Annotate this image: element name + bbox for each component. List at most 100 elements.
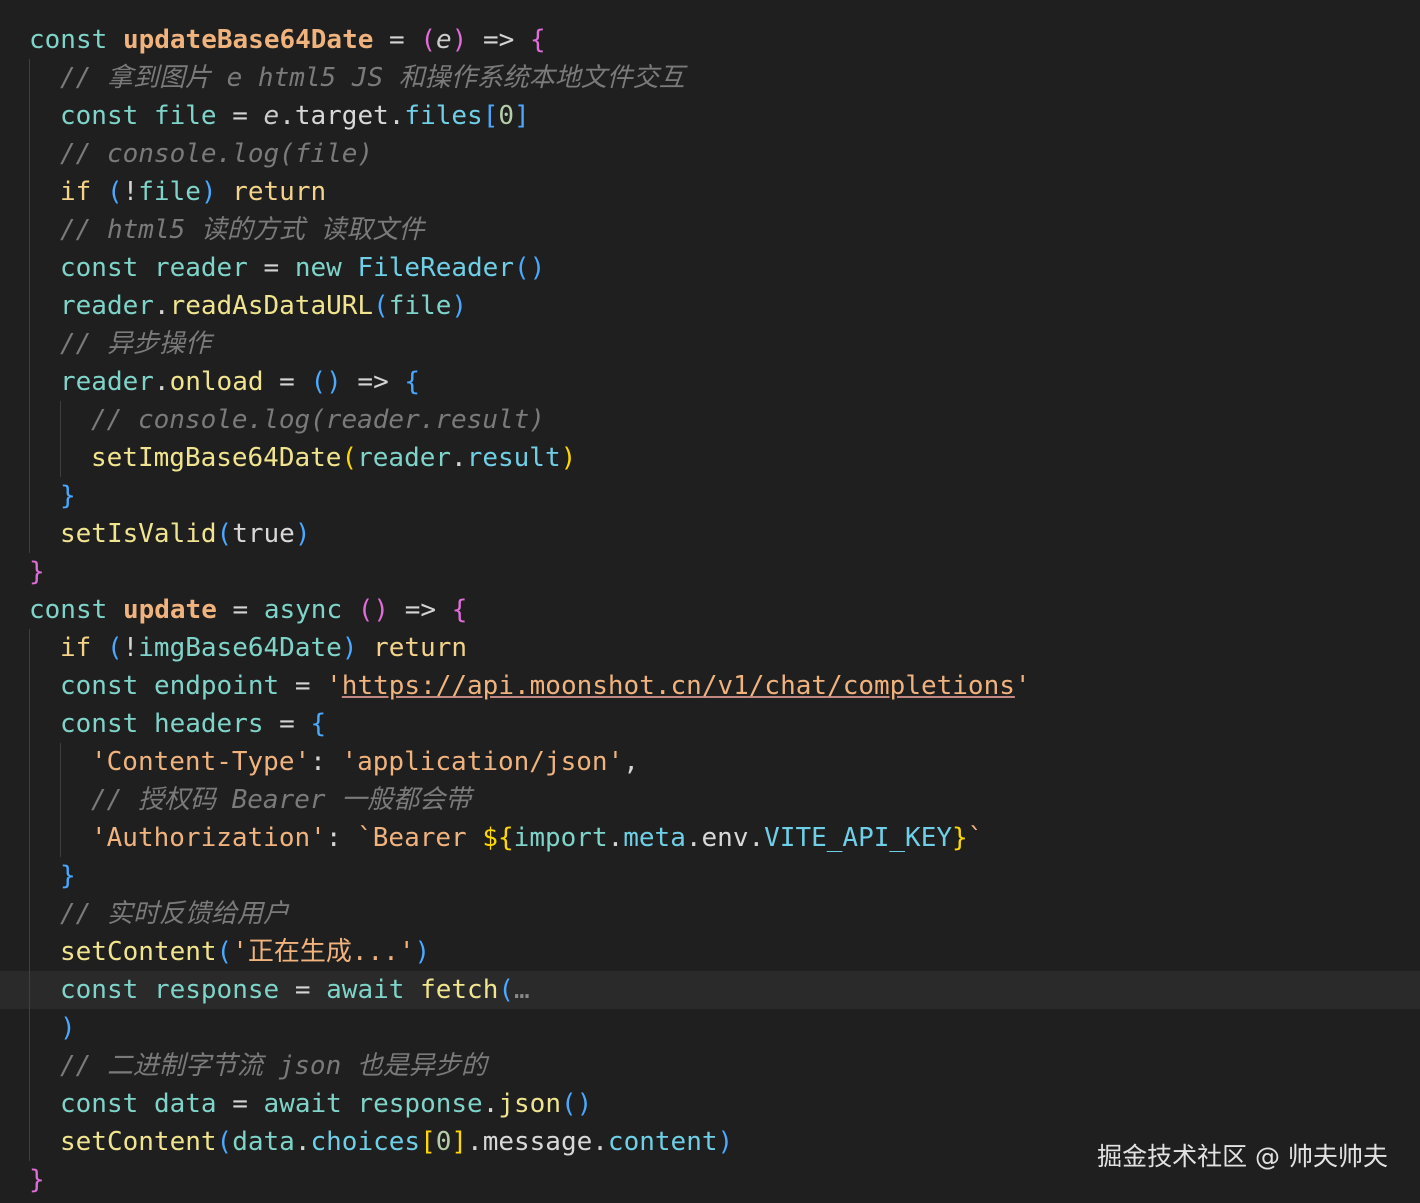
indent-guide (29, 819, 30, 857)
code-token: // console.log(reader.result) (91, 405, 545, 435)
code-token: // 授权码 Bearer 一般都会带 (91, 785, 472, 815)
code-token: return (373, 633, 468, 663)
code-line[interactable]: setContent('正在生成...') (0, 933, 1420, 971)
code-line[interactable]: ) (0, 1009, 1420, 1047)
code-line[interactable]: } (0, 857, 1420, 895)
code-line[interactable]: setImgBase64Date(reader.result) (0, 439, 1420, 477)
code-line[interactable]: // 二进制字节流 json 也是异步的 (0, 1047, 1420, 1085)
code-token: fetch (420, 975, 499, 1005)
code-token: { (451, 595, 468, 625)
code-line[interactable]: // html5 读的方式 读取文件 (0, 211, 1420, 249)
code-line[interactable]: // 拿到图片 e html5 JS 和操作系统本地文件交互 (0, 59, 1420, 97)
code-token: [ (420, 1127, 436, 1157)
code-token: // console.log(file) (60, 139, 374, 169)
code-line[interactable]: const endpoint = 'https://api.moonshot.c… (0, 667, 1420, 705)
code-line[interactable]: const file = e.target.files[0] (0, 97, 1420, 135)
code-token: 'Content-Type' (91, 747, 311, 777)
code-token: headers (153, 709, 264, 739)
code-token: ( (420, 25, 437, 55)
code-token: [ (482, 101, 499, 131)
code-token: https://api.moonshot.cn/v1/chat/completi… (341, 671, 1015, 701)
code-line[interactable]: 'Authorization': `Bearer ${import.meta.e… (0, 819, 1420, 857)
code-token: updateBase64Date (122, 25, 374, 55)
code-token: const (60, 1089, 139, 1119)
indent-guide (60, 781, 61, 819)
code-line[interactable]: reader.onload = () => { (0, 363, 1420, 401)
code-token: ( (373, 291, 389, 321)
code-line[interactable]: const headers = { (0, 705, 1420, 743)
code-token: reader (60, 291, 154, 321)
indent-guide (29, 629, 30, 667)
code-token: meta (623, 823, 686, 853)
code-line[interactable]: 'Content-Type': 'application/json', (0, 743, 1420, 781)
code-token: = (216, 1089, 264, 1119)
code-line[interactable]: const update = async () => { (0, 591, 1420, 629)
code-text: ) (60, 1009, 76, 1047)
code-line[interactable]: const data = await response.json() (0, 1085, 1420, 1123)
code-text: 'Content-Type': 'application/json', (91, 743, 639, 781)
indent-guide (29, 667, 30, 705)
code-line[interactable]: // console.log(file) (0, 135, 1420, 173)
folded-region-indicator[interactable]: … (514, 975, 530, 1005)
code-token: = (279, 671, 327, 701)
indent-guide (29, 287, 30, 325)
code-text: // console.log(file) (60, 135, 373, 173)
code-line[interactable]: setIsValid(true) (0, 515, 1420, 553)
code-token: = (279, 975, 327, 1005)
code-token: => (467, 25, 530, 55)
code-line[interactable]: // 异步操作 (0, 325, 1420, 363)
code-token: file (153, 101, 217, 131)
code-line[interactable]: if (!file) return (0, 173, 1420, 211)
code-text: // 二进制字节流 json 也是异步的 (60, 1047, 487, 1085)
code-token: () (357, 595, 390, 625)
code-editor[interactable]: const updateBase64Date = (e) => {// 拿到图片… (0, 0, 1420, 1203)
code-token: files (404, 101, 483, 131)
code-line[interactable]: const reader = new FileReader() (0, 249, 1420, 287)
code-text: setContent('正在生成...') (60, 933, 430, 971)
indent-guide (29, 439, 30, 477)
code-text: const updateBase64Date = (e) => { (29, 21, 546, 59)
code-token: . (748, 823, 765, 853)
code-line[interactable]: // 授权码 Bearer 一般都会带 (0, 781, 1420, 819)
code-line[interactable]: reader.readAsDataURL(file) (0, 287, 1420, 325)
code-token: if (60, 633, 92, 663)
indent-guide (29, 515, 30, 553)
code-token: const (60, 671, 139, 701)
code-text: const reader = new FileReader() (60, 249, 545, 287)
code-token: : (310, 747, 342, 777)
code-token: = (263, 367, 311, 397)
code-token: () (310, 367, 342, 397)
code-token: ( (106, 633, 123, 663)
code-token: response (153, 975, 280, 1005)
code-token: reader (60, 367, 154, 397)
code-token: setContent (60, 937, 217, 967)
code-text: if (!file) return (60, 173, 326, 211)
code-token: . (685, 823, 702, 853)
code-text: } (60, 857, 76, 895)
indent-guide (29, 325, 30, 363)
code-line[interactable]: if (!imgBase64Date) return (0, 629, 1420, 667)
code-token: readAsDataURL (169, 291, 374, 321)
code-line[interactable]: const updateBase64Date = (e) => { (0, 21, 1420, 59)
code-line[interactable]: } (0, 477, 1420, 515)
code-token: VITE_API_KEY (764, 823, 952, 853)
code-token: const (29, 25, 108, 55)
code-line[interactable]: // 实时反馈给用户 (0, 895, 1420, 933)
code-token: '正在生成...' (232, 937, 415, 967)
code-token: ' (326, 671, 342, 701)
code-line[interactable]: const response = await fetch(… (0, 971, 1420, 1009)
code-line[interactable]: } (0, 553, 1420, 591)
code-token: reader (153, 253, 248, 283)
code-token: imgBase64Date (138, 633, 342, 663)
indent-guide (29, 1009, 30, 1047)
code-line[interactable]: // console.log(reader.result) (0, 401, 1420, 439)
code-token: . (279, 101, 295, 131)
code-token: ) (341, 633, 358, 663)
code-text: setContent(data.choices[0].message.conte… (60, 1123, 733, 1161)
